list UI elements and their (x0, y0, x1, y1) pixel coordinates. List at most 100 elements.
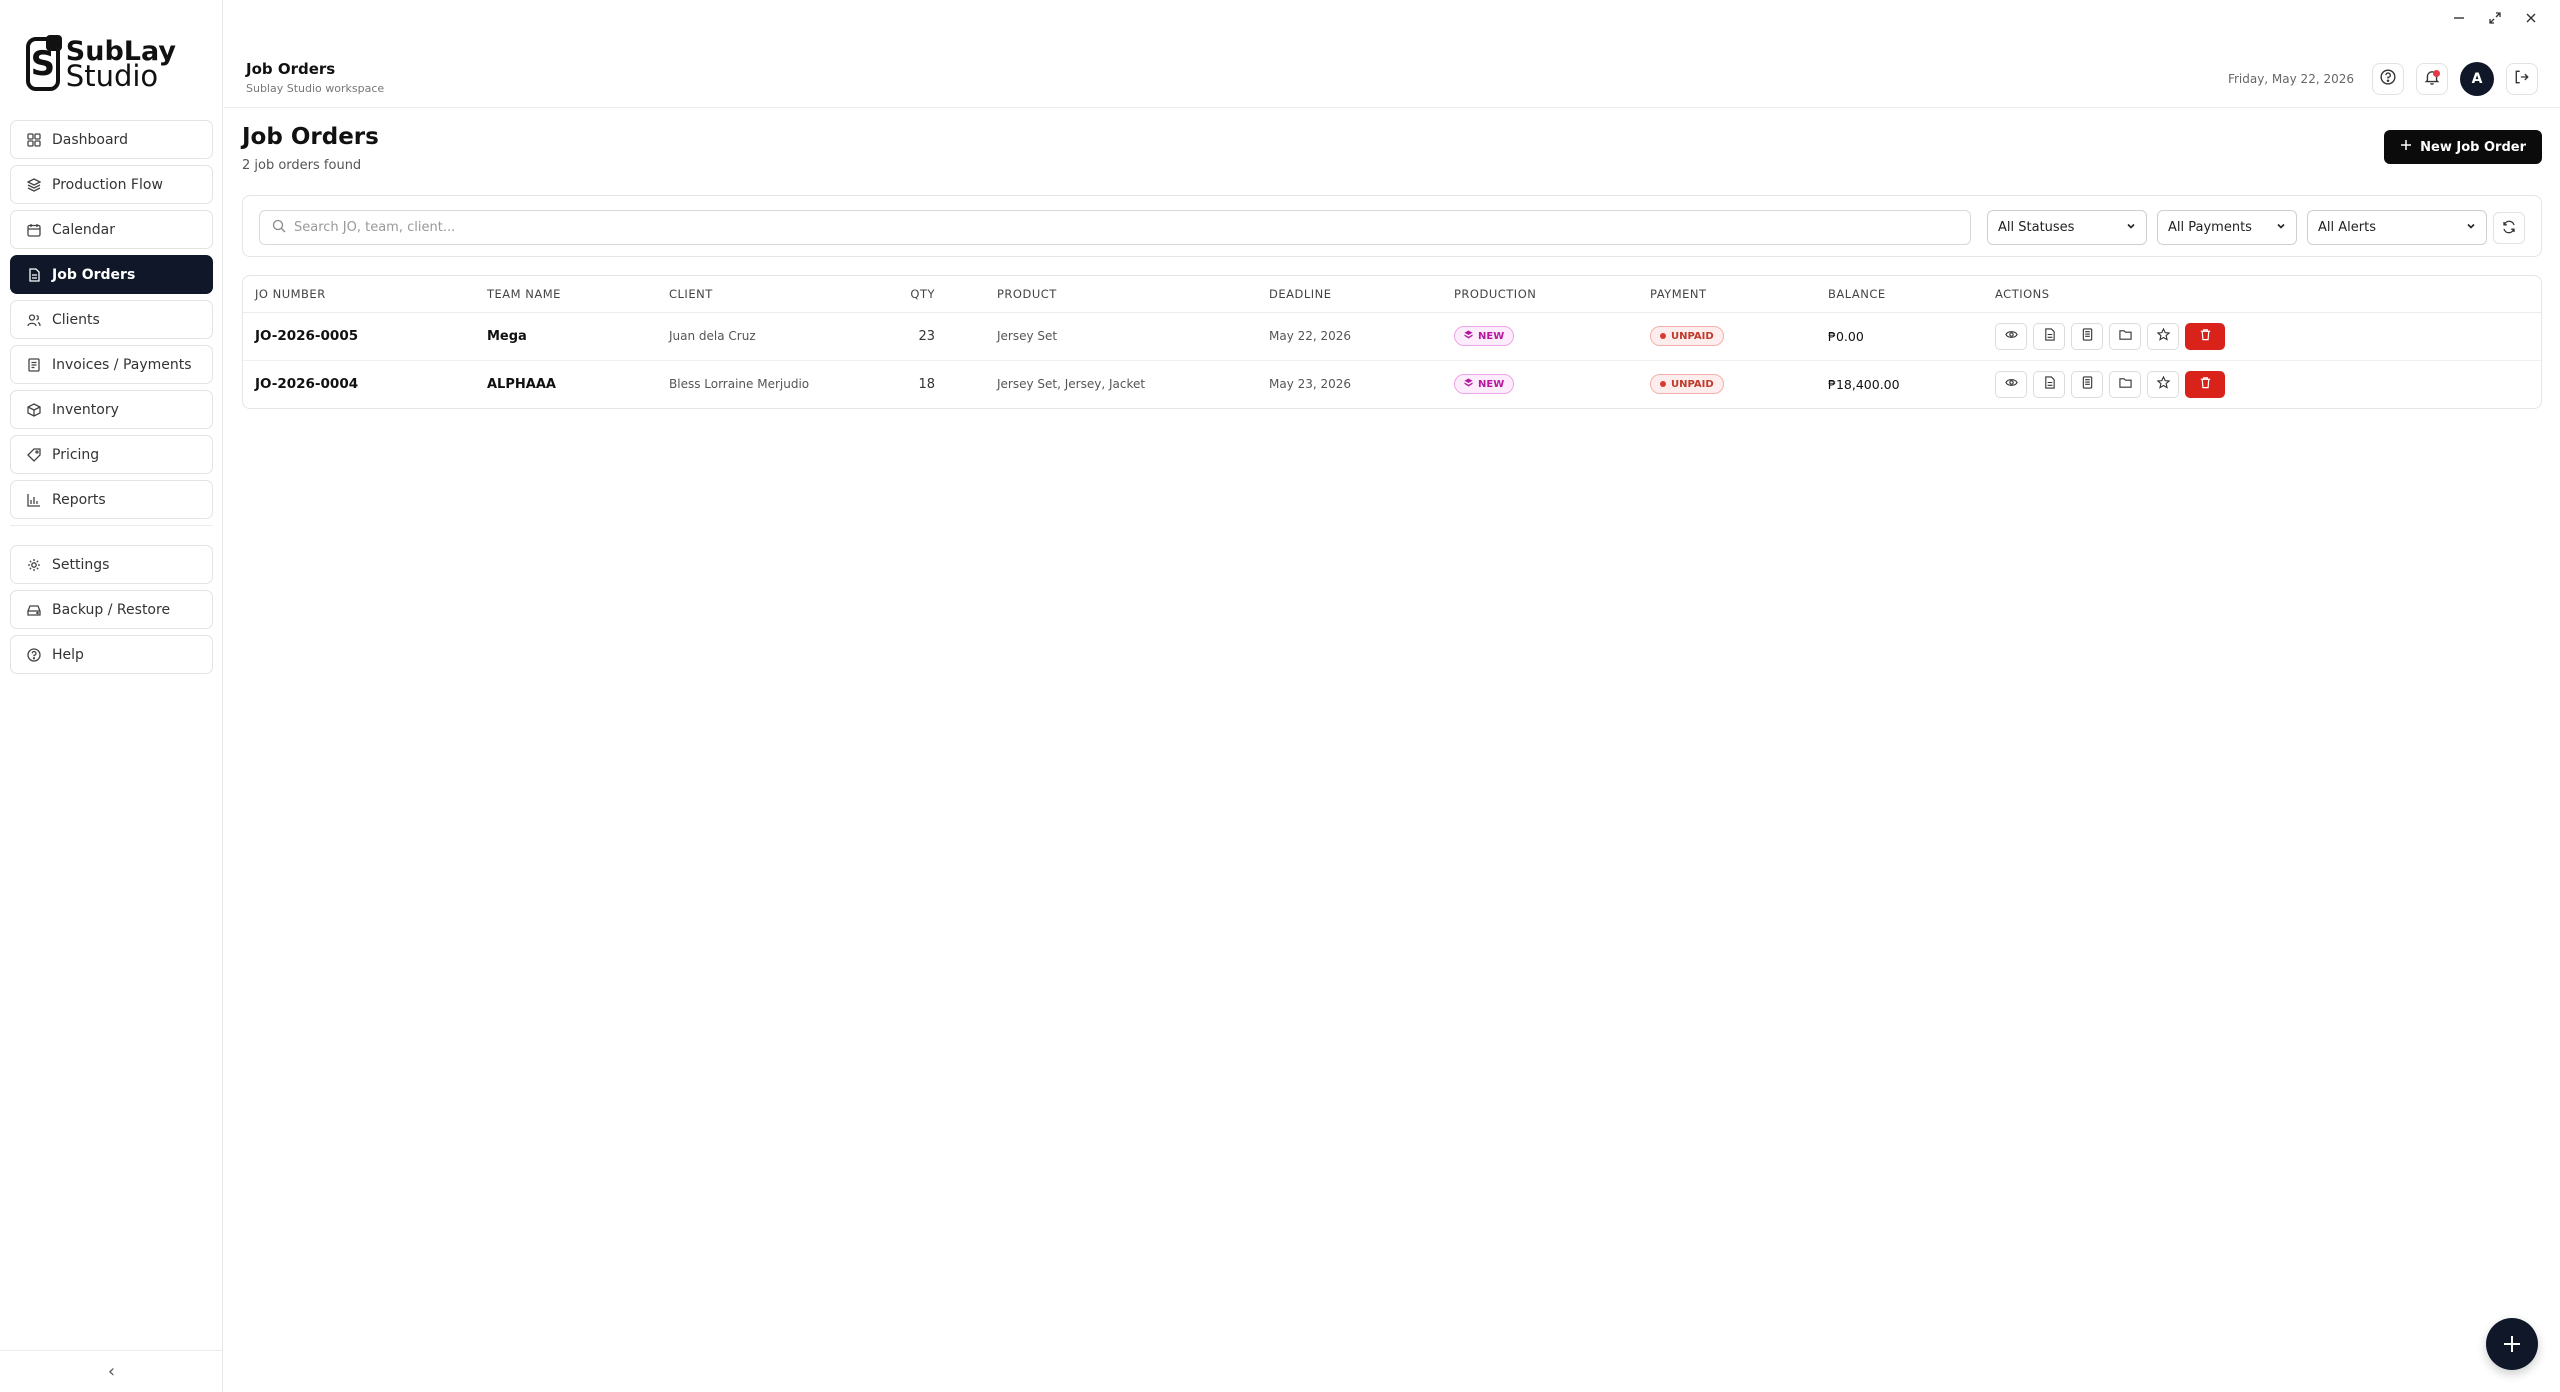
eye-icon (2004, 376, 2018, 392)
app-logo[interactable]: S SubLay Studio (26, 35, 176, 92)
calendar-icon (25, 221, 43, 239)
document-button[interactable] (2033, 322, 2065, 350)
folder-icon (2118, 376, 2132, 392)
sidebar-item-pricing[interactable]: Pricing (10, 435, 213, 474)
view-button[interactable] (1995, 322, 2027, 350)
delete-button[interactable] (2185, 370, 2225, 398)
sidebar-item-label: Clients (52, 311, 100, 328)
sidebar-item-label: Settings (52, 556, 110, 573)
favorite-button[interactable] (2147, 322, 2179, 350)
sidebar-item-job-orders[interactable]: Job Orders (10, 255, 213, 294)
sidebar-item-calendar[interactable]: Calendar (10, 210, 213, 249)
restore-icon[interactable] (2488, 10, 2502, 29)
status-select[interactable]: All Statuses (1987, 210, 2147, 245)
new-job-order-button[interactable]: New Job Order (2384, 130, 2542, 164)
col-qty[interactable]: QTY (897, 276, 947, 313)
sidebar-item-label: Dashboard (52, 131, 128, 148)
payment-status-badge: UNPAID (1650, 374, 1724, 395)
favorite-button[interactable] (2147, 370, 2179, 398)
top-bar: Job Orders Sublay Studio workspace Frida… (224, 0, 2560, 108)
sidebar-item-label: Calendar (52, 221, 115, 238)
chevron-down-icon (2466, 220, 2476, 235)
plus-icon (2502, 1327, 2522, 1362)
sidebar-item-production-flow[interactable]: Production Flow (10, 165, 213, 204)
col-client[interactable]: CLIENT (657, 276, 897, 313)
header-actions: Friday, May 22, 2026 A (2228, 62, 2538, 96)
col-payment[interactable]: PAYMENT (1638, 276, 1816, 313)
jo-number[interactable]: JO-2026-0004 (243, 360, 475, 408)
receipt-icon (2081, 328, 2094, 344)
sidebar-item-reports[interactable]: Reports (10, 480, 213, 519)
nav-divider (10, 525, 213, 535)
search-input[interactable] (294, 220, 1894, 235)
client-name: Bless Lorraine Merjudio (669, 377, 810, 392)
sidebar-item-inventory[interactable]: Inventory (10, 390, 213, 429)
sidebar-collapse-button[interactable]: ‹ (0, 1350, 223, 1392)
refresh-button[interactable] (2493, 212, 2525, 244)
close-icon[interactable] (2524, 10, 2538, 29)
sidebar-item-invoices-payments[interactable]: Invoices / Payments (10, 345, 213, 384)
current-date: Friday, May 22, 2026 (2227, 72, 2354, 86)
sidebar-item-backup-restore[interactable]: Backup / Restore (10, 590, 213, 629)
col-balance[interactable]: BALANCE (1816, 276, 1983, 313)
trash-icon (2199, 328, 2212, 344)
view-button[interactable] (1995, 370, 2027, 398)
alerts-select[interactable]: All Alerts (2307, 210, 2487, 245)
delete-button[interactable] (2185, 322, 2225, 350)
refresh-icon (2502, 219, 2516, 238)
file-text-icon (2043, 328, 2056, 344)
header-subtitle: Sublay Studio workspace (246, 82, 385, 95)
col-production[interactable]: PRODUCTION (1442, 276, 1638, 313)
document-button[interactable] (2033, 370, 2065, 398)
star-icon (2156, 375, 2170, 392)
layers-icon (25, 176, 43, 194)
help-button[interactable] (2372, 63, 2404, 95)
users-icon (25, 311, 43, 329)
status-select-value: All Statuses (1998, 220, 2075, 235)
payments-select-value: All Payments (2168, 220, 2252, 235)
minimize-icon[interactable] (2452, 10, 2466, 29)
notifications-button[interactable] (2416, 63, 2448, 95)
client-name: Juan dela Cruz (657, 312, 897, 361)
invoice-button[interactable] (2071, 370, 2103, 398)
row-actions (1995, 322, 2529, 350)
payment-status-label: UNPAID (1671, 330, 1714, 342)
help-icon (2380, 69, 2396, 89)
col-jo-number[interactable]: JO NUMBER (243, 276, 475, 313)
table-row[interactable]: JO-2026-0005 Mega Juan dela Cruz 23 Jers… (243, 312, 2541, 361)
table-row[interactable]: JO-2026-0004 ALPHAAA Bless Lorraine Merj… (243, 360, 2541, 408)
logout-button[interactable] (2506, 63, 2538, 95)
payment-status-badge: UNPAID (1650, 326, 1724, 346)
sidebar-item-dashboard[interactable]: Dashboard (10, 120, 213, 159)
page-title: Job Orders (242, 124, 379, 150)
sidebar-item-help[interactable]: Help (10, 635, 213, 674)
jo-number[interactable]: JO-2026-0005 (243, 312, 475, 361)
status-dot (1660, 333, 1666, 339)
folder-button[interactable] (2109, 370, 2141, 398)
production-status-label: NEW (1478, 378, 1505, 390)
sidebar-item-label: Inventory (52, 401, 119, 418)
sidebar-item-label: Backup / Restore (52, 601, 171, 618)
row-actions (1995, 370, 2529, 398)
sidebar-item-settings[interactable]: Settings (10, 545, 213, 584)
payments-select[interactable]: All Payments (2157, 210, 2297, 245)
col-team-name[interactable]: TEAM NAME (475, 276, 657, 313)
header-title: Job Orders (246, 60, 336, 78)
page-subtitle: 2 job orders found (242, 158, 362, 173)
col-product[interactable]: PRODUCT (947, 276, 1257, 313)
production-status-label: NEW (1478, 330, 1505, 342)
sidebar-item-label: Pricing (52, 446, 100, 463)
col-deadline[interactable]: DEADLINE (1257, 276, 1442, 313)
folder-icon (2118, 328, 2132, 344)
fab-add-button[interactable] (2486, 1318, 2538, 1370)
chevron-down-icon (2126, 220, 2136, 235)
status-dot (1660, 381, 1666, 388)
invoice-button[interactable] (2071, 322, 2103, 350)
folder-button[interactable] (2109, 322, 2141, 350)
qty: 23 (897, 312, 947, 361)
sidebar-item-label: Production Flow (52, 176, 163, 193)
balance: ₱18,400.00 (1828, 376, 1900, 392)
sidebar-item-clients[interactable]: Clients (10, 300, 213, 339)
avatar[interactable]: A (2460, 62, 2494, 96)
production-status-badge: NEW (1454, 374, 1515, 395)
